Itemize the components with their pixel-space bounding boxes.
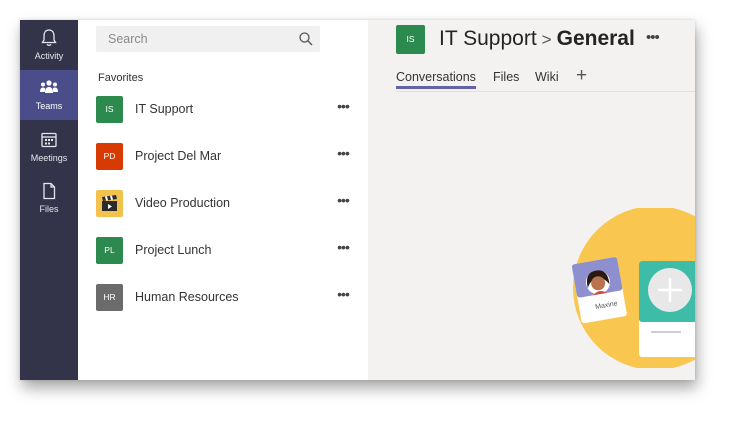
team-avatar: PD xyxy=(96,143,123,170)
team-row-human-resources[interactable]: HR Human Resources ••• xyxy=(78,278,368,318)
team-row-project-lunch[interactable]: PL Project Lunch ••• xyxy=(78,231,368,271)
app-rail: Activity Teams Meetings Files xyxy=(20,20,78,380)
add-tab-button[interactable]: + xyxy=(576,65,587,87)
team-name: Human Resources xyxy=(135,290,239,304)
team-name: Video Production xyxy=(135,196,230,210)
rail-item-meetings[interactable]: Meetings xyxy=(20,122,78,172)
team-name: Project Del Mar xyxy=(135,149,222,163)
bell-icon xyxy=(41,29,57,47)
rail-label-activity: Activity xyxy=(34,51,64,61)
rail-label-files: Files xyxy=(39,204,59,214)
tab-conversations[interactable]: Conversations xyxy=(396,70,476,89)
teams-icon xyxy=(40,80,58,93)
team-avatar xyxy=(96,190,123,217)
breadcrumb-team[interactable]: IT Support xyxy=(439,27,537,50)
calendar-icon xyxy=(41,132,57,148)
channel-breadcrumb: IT Support > General xyxy=(439,26,635,53)
favorites-header: Favorites xyxy=(98,72,144,84)
more-options-button[interactable]: ••• xyxy=(332,286,354,306)
breadcrumb-channel: General xyxy=(556,27,635,50)
search-input[interactable] xyxy=(96,26,296,52)
more-options-button[interactable]: ••• xyxy=(332,239,354,259)
more-options-button[interactable]: ••• xyxy=(332,192,354,212)
team-avatar: IS xyxy=(96,96,123,123)
team-name: Project Lunch xyxy=(135,243,212,257)
teams-list-panel: Favorites IS IT Support ••• PD Project D… xyxy=(78,20,368,380)
search-icon[interactable] xyxy=(298,31,314,47)
more-options-button[interactable]: ••• xyxy=(332,98,354,118)
team-avatar: PL xyxy=(96,237,123,264)
rail-item-files[interactable]: Files xyxy=(20,173,78,223)
breadcrumb-separator: > xyxy=(541,30,552,49)
file-icon xyxy=(43,182,56,200)
search-box xyxy=(96,26,320,52)
rail-item-activity[interactable]: Activity xyxy=(20,20,78,70)
rail-label-teams: Teams xyxy=(35,101,63,111)
rail-item-teams[interactable]: Teams xyxy=(20,70,78,120)
channel-team-avatar: IS xyxy=(396,25,425,54)
rail-label-meetings: Meetings xyxy=(30,153,68,163)
more-options-button[interactable]: ••• xyxy=(332,145,354,165)
empty-state-illustration: Maxine y xyxy=(571,208,695,368)
team-row-it-support[interactable]: IS IT Support ••• xyxy=(78,90,368,130)
tab-files[interactable]: Files xyxy=(493,70,519,84)
team-avatar: HR xyxy=(96,284,123,311)
tabs-divider xyxy=(396,91,695,92)
team-row-project-del-mar[interactable]: PD Project Del Mar ••• xyxy=(78,137,368,177)
teams-window: Activity Teams Meetings Files Search Fav… xyxy=(20,20,695,380)
team-name: IT Support xyxy=(135,102,194,116)
channel-more-options-button[interactable]: ••• xyxy=(646,29,660,46)
tab-wiki[interactable]: Wiki xyxy=(535,70,559,84)
team-row-video-production[interactable]: Video Production ••• xyxy=(78,184,368,224)
clapperboard-icon xyxy=(102,195,117,211)
